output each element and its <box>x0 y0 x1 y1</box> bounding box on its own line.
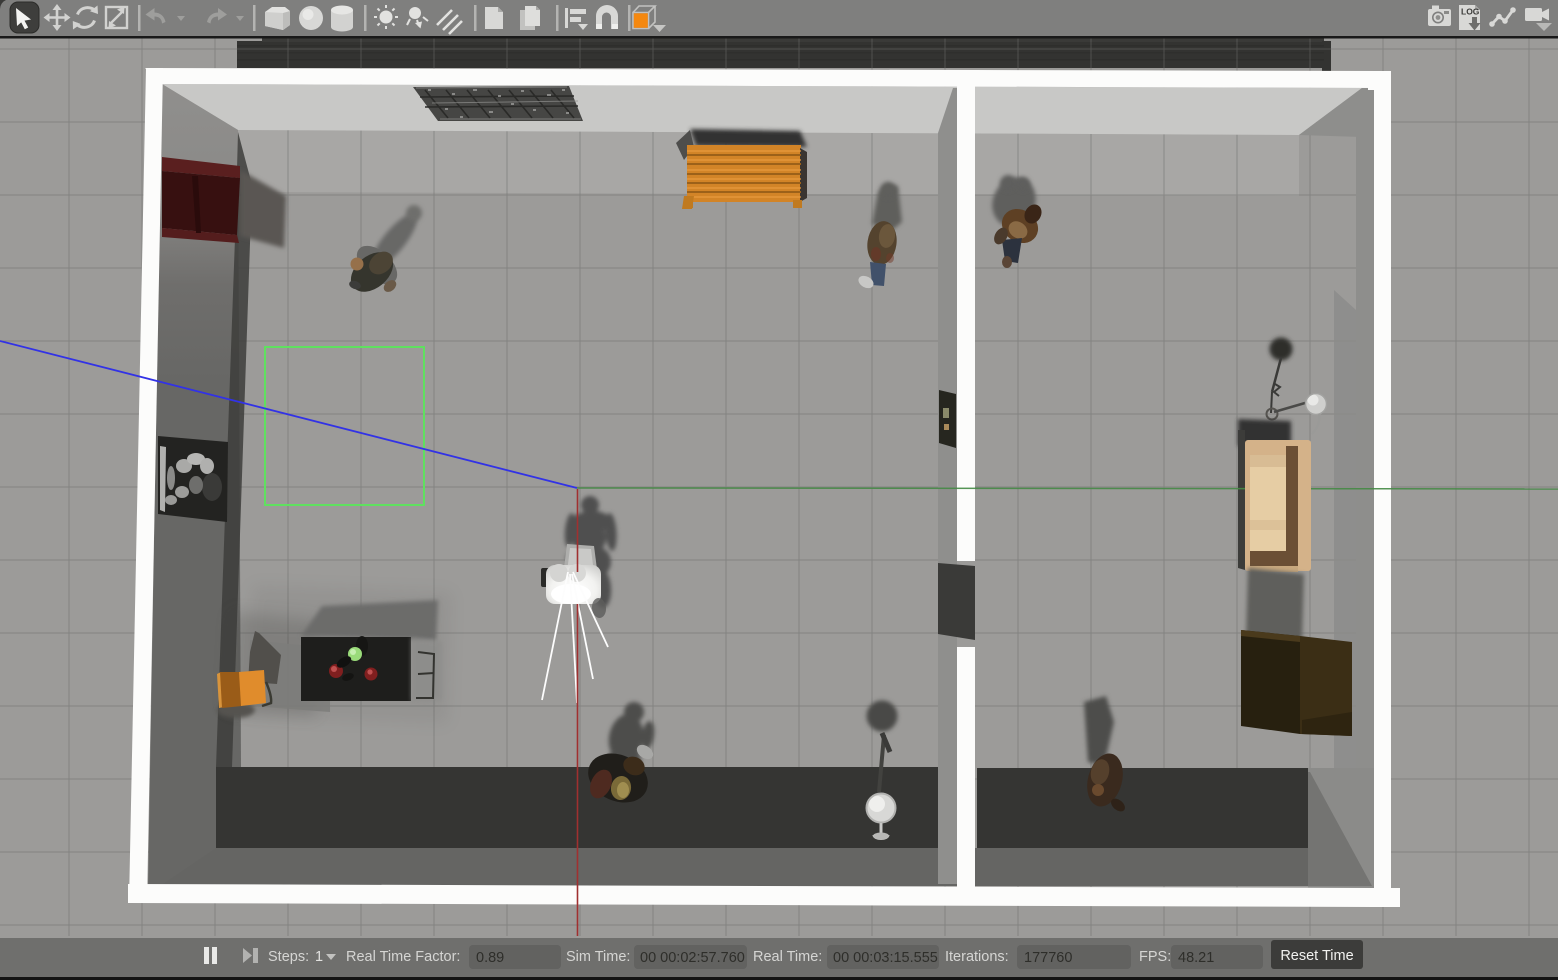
svg-text:0.89: 0.89 <box>476 950 504 966</box>
svg-text:Iterations:: Iterations: <box>945 949 1009 965</box>
svg-text:Steps:: Steps: <box>268 949 309 965</box>
svg-text:48.21: 48.21 <box>1178 950 1214 966</box>
svg-text:Real Time Factor:: Real Time Factor: <box>346 949 460 965</box>
svg-text:LOG: LOG <box>1461 7 1480 17</box>
svg-text:1: 1 <box>315 949 323 965</box>
svg-text:Real Time:: Real Time: <box>753 949 822 965</box>
svg-text:FPS:: FPS: <box>1139 949 1171 965</box>
svg-text:Sim Time:: Sim Time: <box>566 949 630 965</box>
svg-text:Reset Time: Reset Time <box>1280 948 1353 964</box>
svg-text:00 00:03:15.555: 00 00:03:15.555 <box>833 950 938 966</box>
svg-text:177760: 177760 <box>1024 950 1072 966</box>
svg-text:00 00:02:57.760: 00 00:02:57.760 <box>640 950 745 966</box>
